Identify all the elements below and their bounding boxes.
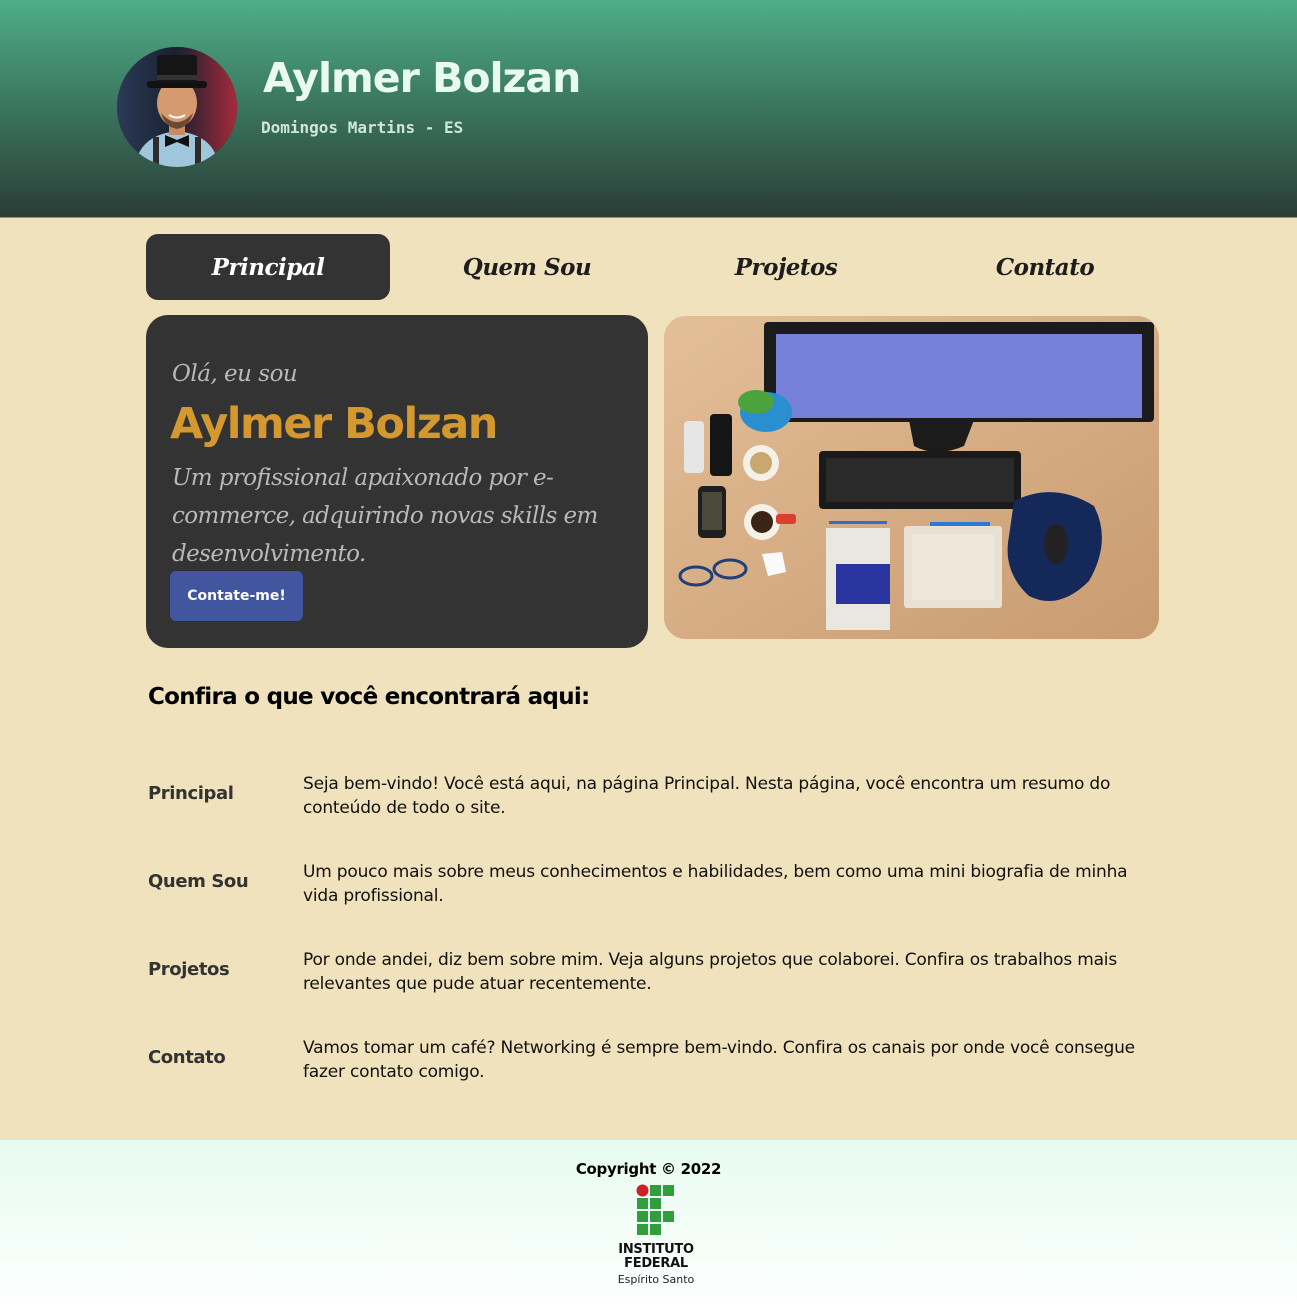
logo-text-federal: FEDERAL: [624, 1256, 688, 1271]
site-location: Domingos Martins - ES: [261, 118, 464, 137]
site-title: Aylmer Bolzan: [263, 54, 581, 102]
contact-me-button[interactable]: Contate-me!: [170, 571, 303, 621]
row-label: Projetos: [148, 959, 230, 980]
row-text: Vamos tomar um café? Networking é sempre…: [303, 1038, 1135, 1082]
row-text: Um pouco mais sobre meus conhecimentos e…: [303, 862, 1128, 906]
row-label: Contato: [148, 1047, 226, 1068]
row-label: Quem Sou: [148, 871, 249, 892]
tab-principal[interactable]: Principal: [146, 234, 390, 300]
section-title: Confira o que você encontrará aqui:: [148, 684, 590, 710]
list-item: Principal Seja bem-vindo! Você está aqui…: [148, 770, 1148, 830]
hero-greeting: Olá, eu sou: [172, 361, 298, 387]
main-nav: Principal Quem Sou Projetos Contato: [146, 234, 1182, 300]
site-footer: Copyright © 2022 INSTITUTO FEDERAL Espír…: [0, 1140, 1297, 1315]
avatar: [117, 47, 237, 167]
tab-projetos[interactable]: Projetos: [664, 234, 908, 300]
ifes-logo: INSTITUTO FEDERAL Espírito Santo: [610, 1184, 702, 1290]
tab-quem-sou[interactable]: Quem Sou: [405, 234, 649, 300]
row-text: Por onde andei, diz bem sobre mim. Veja …: [303, 950, 1117, 994]
list-item: Contato Vamos tomar um café? Networking …: [148, 1034, 1148, 1094]
row-text: Seja bem-vindo! Você está aqui, na págin…: [303, 774, 1111, 818]
logo-text-instituto: INSTITUTO: [618, 1242, 694, 1257]
site-header: Aylmer Bolzan Domingos Martins - ES: [0, 0, 1297, 218]
list-item: Projetos Por onde andei, diz bem sobre m…: [148, 946, 1148, 1006]
row-label: Principal: [148, 783, 234, 804]
hero-tagline: Um profissional apaixonado por e-commerc…: [172, 465, 598, 567]
desk-photo: [664, 316, 1159, 639]
tab-contato[interactable]: Contato: [923, 234, 1167, 300]
hero-name: Aylmer Bolzan: [170, 399, 498, 449]
logo-text-espirito-santo: Espírito Santo: [617, 1273, 695, 1286]
list-item: Quem Sou Um pouco mais sobre meus conhec…: [148, 858, 1148, 918]
hero-card: Olá, eu sou Aylmer Bolzan Um profissiona…: [146, 315, 648, 648]
copyright: Copyright © 2022: [575, 1160, 722, 1178]
